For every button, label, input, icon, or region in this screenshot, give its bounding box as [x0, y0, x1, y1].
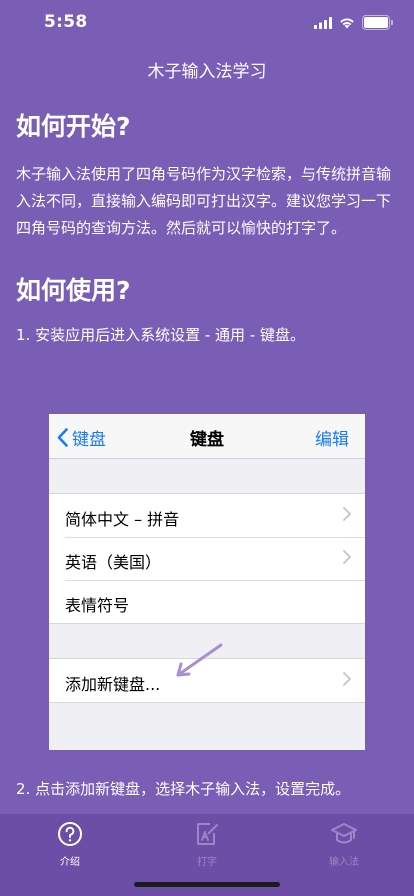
annotation-arrow-icon [176, 643, 223, 677]
keyboard-settings-screenshot: 键盘 键盘 编辑 简体中文 – 拼音 英语（美国） 表情符号 添加新键盘... [49, 414, 365, 750]
chevron-right-icon [343, 507, 351, 521]
tab-label: 介绍 [60, 857, 80, 868]
tab-intro[interactable]: 介绍 [30, 821, 110, 868]
tab-label: 输入法 [329, 857, 359, 868]
tab-label: 打字 [197, 857, 217, 868]
keyboard-list: 简体中文 – 拼音 英语（美国） 表情符号 [49, 493, 365, 624]
status-time: 5:58 [44, 12, 88, 32]
graduation-cap-icon [331, 823, 357, 844]
wifi-icon [340, 17, 354, 28]
status-icons [314, 15, 393, 30]
screenshot-spacer [49, 459, 365, 493]
tab-input-method[interactable]: 输入法 [304, 821, 384, 868]
keyboard-row-label: 简体中文 – 拼音 [65, 510, 180, 529]
how-to-start-heading: 如何开始? [16, 112, 131, 141]
screenshot-nav-bar: 键盘 键盘 编辑 [49, 414, 365, 459]
signal-icon [314, 16, 332, 29]
chevron-right-icon [343, 550, 351, 564]
add-keyboard-label: 添加新键盘... [65, 675, 161, 694]
keyboard-row-english: 英语（美国） [49, 537, 365, 580]
edit-document-icon [197, 823, 218, 845]
tab-typing[interactable]: 打字 [167, 821, 247, 868]
how-to-start-body: 木子输入法使用了四角号码作为汉字检索，与传统拼音输入法不同，直接输入编码即可打出… [16, 165, 392, 237]
intro-content: 如何开始? 木子输入法使用了四角号码作为汉字检索，与传统拼音输入法不同，直接输入… [16, 112, 398, 345]
status-bar: 5:58 [0, 0, 414, 44]
question-circle-icon [58, 822, 82, 846]
chevron-right-icon [343, 672, 351, 686]
keyboard-row-label: 英语（美国） [65, 553, 162, 572]
how-to-use-heading: 如何使用? [16, 276, 131, 305]
keyboard-row-emoji: 表情符号 [49, 580, 365, 623]
home-indicator [134, 882, 280, 887]
step-1-text: 1. 安装应用后进入系统设置 - 通用 - 键盘。 [16, 326, 305, 344]
step-2-text: 2. 点击添加新键盘，选择木子输入法，设置完成。 [16, 780, 351, 798]
keyboard-row-pinyin: 简体中文 – 拼音 [49, 494, 365, 537]
page-title: 木子输入法学习 [147, 62, 267, 82]
battery-icon [362, 15, 393, 30]
keyboard-row-label: 表情符号 [65, 596, 130, 615]
screenshot-edit-button: 编辑 [315, 430, 349, 450]
